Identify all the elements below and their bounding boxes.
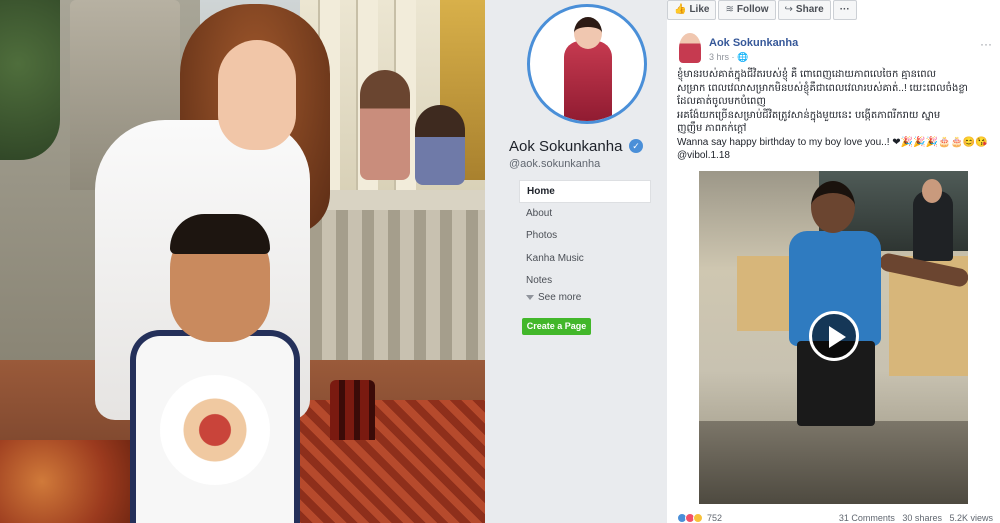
nav-item-notes[interactable]: Notes <box>519 270 651 293</box>
like-label: Like <box>689 4 710 15</box>
photo-woman-face <box>218 40 296 150</box>
photo-mat <box>290 400 485 523</box>
nav-item-home[interactable]: Home <box>519 180 651 203</box>
video-boy-head <box>811 181 855 233</box>
shares-count[interactable]: 30 shares <box>902 513 942 523</box>
chevron-down-icon <box>526 294 534 300</box>
video-floor <box>699 421 968 504</box>
profile-name[interactable]: Aok Sokunkanha <box>509 138 622 155</box>
see-more-link[interactable]: See more <box>526 292 581 303</box>
haha-reaction-icon <box>693 513 703 523</box>
views-count: 5.2K views <box>949 513 993 523</box>
post-text-line: សម្រាក ពេលវេលាសម្រាកមិនបស់ខ្ញុំគឺជាពេលវេ… <box>677 82 968 94</box>
more-options-button[interactable]: ··· <box>832 0 857 20</box>
follow-button[interactable]: ≋ Follow <box>718 0 776 20</box>
photo-bottles <box>330 380 375 440</box>
photo-child <box>360 70 410 180</box>
photo-tree <box>0 0 60 160</box>
follow-label: Follow <box>736 4 769 15</box>
see-more-label: See more <box>538 292 582 303</box>
photo-shirt-print <box>160 375 270 485</box>
post-mention-link[interactable]: @vibol.1.18 <box>677 149 995 163</box>
post-card: 👍 Like ≋ Follow ↪ Share ··· Aok Sokunkanha … <box>667 0 1000 523</box>
profile-nav: Home About Photos Kanha Music Notes <box>519 180 651 293</box>
post-options-icon[interactable]: ··· <box>980 37 992 51</box>
comments-count[interactable]: 31 Comments <box>839 513 895 523</box>
post-time-text: 3 hrs · <box>709 52 738 62</box>
nav-item-kanha-music[interactable]: Kanha Music <box>519 248 651 271</box>
profile-avatar[interactable] <box>527 4 647 124</box>
reactions-summary[interactable]: 752 <box>677 513 722 523</box>
video-man-head <box>922 179 942 203</box>
create-page-button[interactable]: Create a Page <box>522 318 591 335</box>
avatar-figure <box>564 41 612 121</box>
like-page-button[interactable]: 👍 Like <box>667 0 717 20</box>
post-video[interactable] <box>699 171 968 504</box>
nav-item-about[interactable]: About <box>519 203 651 226</box>
share-arrow-icon: ↪ <box>784 4 793 15</box>
post-text-line: អគង៉ែយកច្រើនសម្រាប់ជីវិតត្រូវសាន់ក្នុងមួ… <box>677 109 941 121</box>
post-text-line: ដែលគាត់ចូលមកបំពេញ <box>677 96 766 107</box>
globe-icon: 🌐 <box>737 52 749 62</box>
photo-boy-hair <box>170 214 270 254</box>
rss-icon: ≋ <box>725 4 734 15</box>
post-footer: 752 31 Comments 30 shares 5.2K views <box>677 513 997 523</box>
play-triangle <box>829 326 846 348</box>
page-action-bar: 👍 Like ≋ Follow ↪ Share ··· <box>667 0 857 22</box>
post-text-line: ញញឹម ភាពកក់ក្តៅ <box>677 123 747 134</box>
share-button[interactable]: ↪ Share <box>777 0 831 20</box>
post-stats: 31 Comments 30 shares 5.2K views <box>839 513 993 523</box>
photo-offerings <box>0 440 140 523</box>
post-timestamp[interactable]: 3 hrs · 🌐 <box>709 52 748 63</box>
post-text-line: ខ្ញុំមានរបស់គាត់ក្នុងជីវិតរបស់ខ្ញុំ គឺ ព… <box>677 69 937 80</box>
reactions-count: 752 <box>707 513 723 523</box>
temple-photo <box>0 0 485 523</box>
post-message: ខ្ញុំមានរបស់គាត់ក្នុងជីវិតរបស់ខ្ញុំ គឺ ព… <box>677 68 995 163</box>
profile-sidebar: Aok Sokunkanha ✓ @aok.sokunkanha Home Ab… <box>491 0 663 523</box>
share-label: Share <box>795 4 824 15</box>
screenshot-root: Aok Sokunkanha ✓ @aok.sokunkanha Home Ab… <box>0 0 1000 523</box>
play-icon[interactable] <box>809 311 859 361</box>
post-text-line: Wanna say happy birthday to my boy love … <box>677 136 988 148</box>
avatar-head <box>574 17 602 49</box>
nav-item-photos[interactable]: Photos <box>519 225 651 248</box>
thumbs-up-icon: 👍 <box>674 4 687 15</box>
photo-child <box>415 105 465 185</box>
post-author-name[interactable]: Aok Sokunkanha <box>709 37 798 49</box>
post-author-avatar[interactable] <box>679 33 701 63</box>
verified-badge-icon: ✓ <box>629 139 643 153</box>
profile-handle: @aok.sokunkanha <box>509 158 601 170</box>
